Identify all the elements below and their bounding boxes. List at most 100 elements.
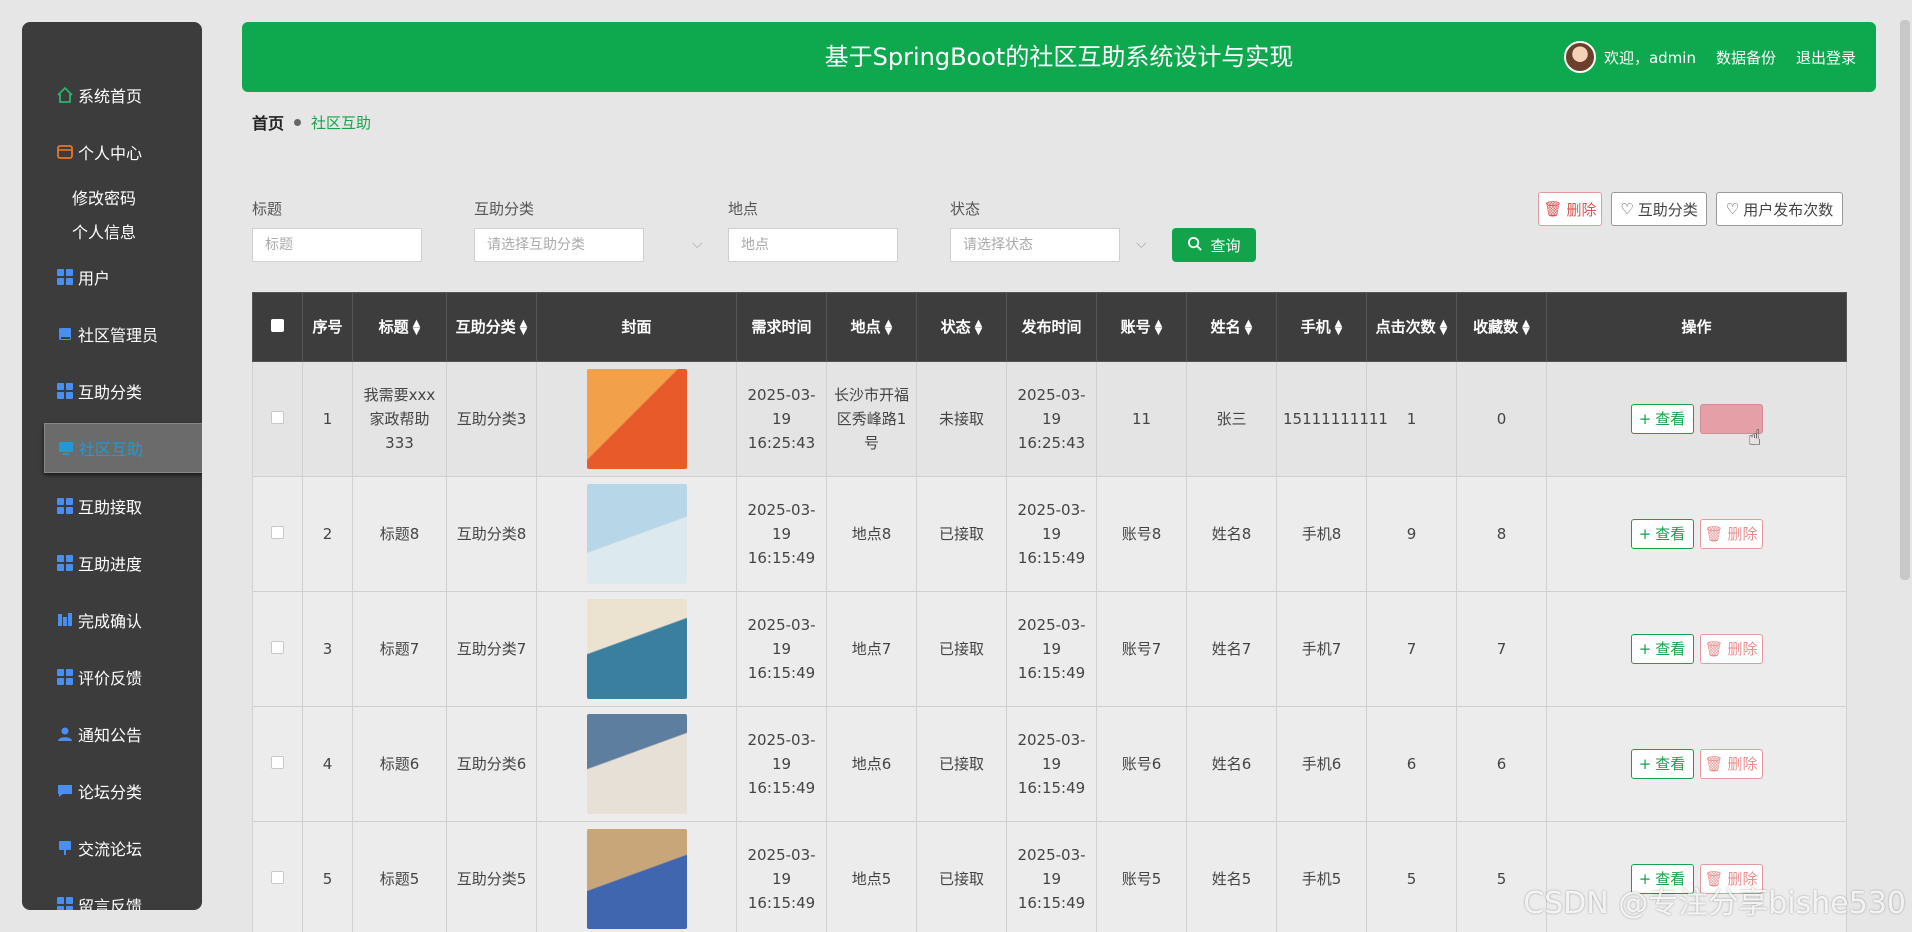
publish-count-button[interactable]: ♡ 用户发布次数 (1716, 192, 1843, 226)
col-account[interactable]: 账号 ▲ ▼ (1096, 292, 1187, 362)
cover-image[interactable] (586, 369, 687, 469)
batch-delete-button[interactable]: 🗑 删除 (1538, 192, 1602, 226)
col-name[interactable]: 姓名 ▲ ▼ (1186, 292, 1277, 362)
sort-icon: ▲ ▼ (1244, 317, 1253, 337)
heart-icon: ♡ (1725, 200, 1740, 218)
place-filter-input[interactable]: 地点 (728, 228, 898, 262)
cell-account: 账号7 (1096, 591, 1187, 707)
table-row: 2 标题8 互助分类8 2025-03-19 16:15:49 地点8 已接取 2025-0… (252, 476, 1847, 592)
row-checkbox[interactable] (252, 476, 303, 592)
col-place[interactable]: 地点 ▲ ▼ (826, 292, 917, 362)
sidebar-item-label: 完成确认 (78, 611, 143, 631)
col-category[interactable]: 互助分类 ▲ ▼ (446, 292, 537, 362)
cell-favs: 0 (1456, 361, 1547, 477)
cell-need-time: 2025-03-19 16:15:49 (736, 591, 827, 707)
view-button-label: 查看 (1655, 410, 1686, 428)
cell-status: 已接取 (916, 591, 1007, 707)
sidebar-item-personal-center[interactable]: 个人中心 (22, 123, 202, 180)
sidebar-item-change-password[interactable]: 修改密码 (22, 180, 202, 214)
cell-account: 账号6 (1096, 706, 1187, 822)
sidebar-item-help-category[interactable]: 互助分类 (22, 362, 202, 419)
sidebar-item-personal-info[interactable]: 个人信息 (22, 214, 202, 248)
cell-favs: 8 (1456, 476, 1547, 592)
col-status[interactable]: 状态 ▲ ▼ (916, 292, 1007, 362)
status-filter-select[interactable]: 请选择状态 (950, 228, 1120, 262)
col-pub-time: 发布时间 (1006, 292, 1097, 362)
sidebar-item-label: 交流论坛 (78, 839, 143, 859)
logout-link[interactable]: 退出登录 (1796, 47, 1856, 68)
backup-link[interactable]: 数据备份 (1716, 47, 1776, 68)
cell-category: 互助分类3 (446, 361, 537, 477)
category-stat-button[interactable]: ♡ 互助分类 (1611, 192, 1707, 226)
col-title[interactable]: 标题 ▲ ▼ (352, 292, 447, 362)
cell-category: 互助分类6 (446, 706, 537, 822)
cover-image[interactable] (586, 484, 687, 584)
sidebar-item-community-help[interactable]: 社区互助 (44, 423, 202, 473)
view-button[interactable]: + 查看 (1630, 519, 1694, 549)
delete-button[interactable]: 🗑 删除 (1699, 749, 1763, 779)
cell-title: 标题8 (352, 476, 447, 592)
chart-icon (56, 611, 74, 629)
watermark: CSDN @专注分享bishe530 (1523, 886, 1906, 921)
cell-need-time: 2025-03-19 16:15:49 (736, 476, 827, 592)
cell-name: 姓名7 (1186, 591, 1277, 707)
col-clicks[interactable]: 点击次数 ▲ ▼ (1366, 292, 1457, 362)
cell-need-time: 2025-03-19 16:25:43 (736, 361, 827, 477)
view-button[interactable]: + 查看 (1630, 634, 1694, 664)
cell-actions: + 查看 🗑 删除 (1546, 476, 1847, 592)
table-row: 1 我需要xxx家政帮助333 互助分类3 2025-03-19 16:25:43 长沙… (252, 361, 1847, 477)
sidebar-item-help-progress[interactable]: 互助进度 (22, 534, 202, 591)
cell-clicks: 9 (1366, 476, 1457, 592)
sidebar-item-users[interactable]: 用户 (22, 248, 202, 305)
cell-status: 已接取 (916, 476, 1007, 592)
cover-image[interactable] (586, 829, 687, 929)
row-checkbox[interactable] (252, 591, 303, 707)
home-icon (56, 86, 74, 104)
sidebar-item-forum-category[interactable]: 论坛分类 (22, 762, 202, 819)
row-checkbox[interactable] (252, 821, 303, 932)
cell-clicks: 5 (1366, 821, 1457, 932)
sidebar-item-home[interactable]: 系统首页 (22, 66, 202, 123)
query-button[interactable]: 查询 (1172, 228, 1256, 262)
sort-icon: ▲ ▼ (1522, 317, 1530, 337)
col-phone[interactable]: 手机 ▲ ▼ (1276, 292, 1367, 362)
cell-need-time: 2025-03-19 16:15:49 (736, 706, 827, 822)
cell-no: 2 (302, 476, 353, 592)
cell-actions: + 查看 🗑 删除 (1546, 591, 1847, 707)
cell-place: 地点6 (826, 706, 917, 822)
view-button[interactable]: + 查看 (1630, 404, 1694, 434)
delete-button[interactable]: 🗑 删除 (1699, 519, 1763, 549)
view-button[interactable]: + 查看 (1630, 749, 1694, 779)
sidebar-item-label: 社区管理员 (78, 325, 159, 345)
category-filter-select[interactable]: 请选择互助分类 (474, 228, 644, 262)
sort-icon: ▲ ▼ (1154, 317, 1163, 337)
sidebar-item-help-take[interactable]: 互助接取 (22, 477, 202, 534)
sidebar-item-forum[interactable]: 交流论坛 (22, 819, 202, 876)
cell-no: 4 (302, 706, 353, 822)
breadcrumb-home[interactable]: 首页 (252, 110, 284, 134)
row-checkbox[interactable] (252, 361, 303, 477)
sidebar-item-message[interactable]: 留言反馈 (22, 876, 202, 910)
trash-icon: 🗑 (1543, 200, 1563, 218)
cover-image[interactable] (586, 599, 687, 699)
sidebar-item-community-admin[interactable]: 社区管理员 (22, 305, 202, 362)
welcome-text: 欢迎，admin (1603, 48, 1696, 67)
plus-icon: + (1638, 410, 1652, 428)
cell-name: 姓名6 (1186, 706, 1277, 822)
view-button-label: 查看 (1655, 755, 1686, 773)
sidebar-item-complete-confirm[interactable]: 完成确认 (22, 591, 202, 648)
cover-image[interactable] (586, 714, 687, 814)
row-checkbox[interactable] (252, 706, 303, 822)
title-filter-input[interactable]: 标题 (252, 228, 422, 262)
sidebar-item-notice[interactable]: 通知公告 (22, 705, 202, 762)
page-scrollbar[interactable] (1900, 20, 1910, 580)
title-filter-label: 标题 (252, 200, 283, 218)
cell-account: 账号5 (1096, 821, 1187, 932)
sidebar-item-feedback[interactable]: 评价反馈 (22, 648, 202, 705)
avatar[interactable] (1563, 41, 1596, 73)
select-all-checkbox[interactable] (252, 292, 303, 362)
sidebar-item-label: 留言反馈 (78, 896, 143, 911)
col-favs[interactable]: 收藏数 ▲ ▼ (1456, 292, 1547, 362)
delete-button[interactable]: 🗑 删除 (1699, 634, 1763, 664)
sidebar-item-label: 个人中心 (78, 143, 143, 163)
